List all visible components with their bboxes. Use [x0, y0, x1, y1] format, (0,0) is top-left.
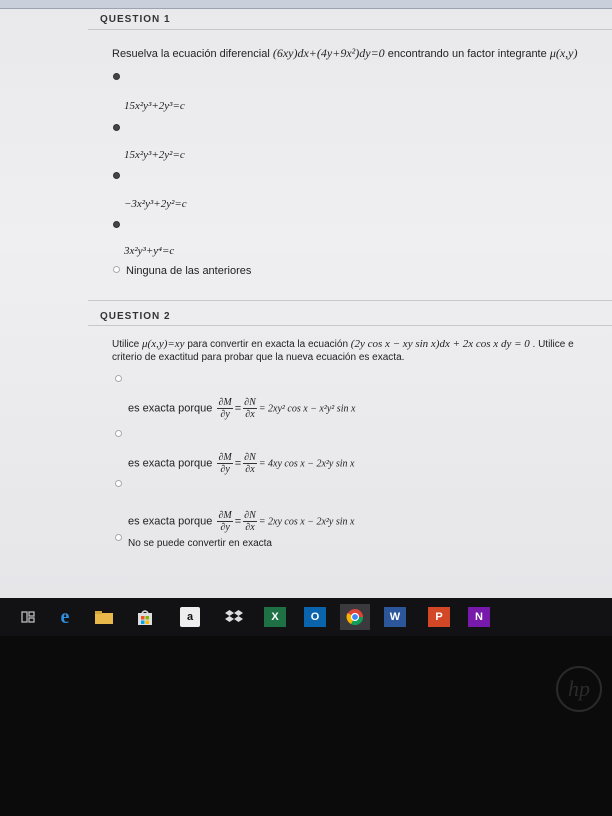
frac-num: ∂M: [217, 397, 233, 409]
q1-radio-4[interactable]: [113, 221, 120, 228]
frac-den: ∂x: [245, 464, 255, 475]
frac-den: ∂x: [245, 409, 255, 420]
q2-radio-4[interactable]: [115, 534, 122, 541]
divider: [88, 300, 612, 301]
q1-factor: μ(x,y): [549, 46, 578, 60]
q1-radio-1[interactable]: [113, 73, 120, 80]
q2-prompt-line2: criterio de exactitud para probar que la…: [112, 352, 405, 363]
chrome-icon[interactable]: [340, 604, 370, 630]
frac-num: ∂M: [217, 452, 233, 464]
q2-prompt-a: Utilice: [112, 339, 140, 350]
q2-option-1: es exacta porque ∂M ∂y = ∂N ∂x = 2xy² cos x −…: [128, 397, 356, 420]
task-view-icon[interactable]: [18, 607, 38, 627]
divider: [88, 29, 612, 30]
q2-option-expr: = 2xy² cos x − x²y² sin x: [258, 403, 356, 415]
q1-option-2: 15x²y³+2y²=c: [124, 149, 185, 161]
q2-prompt-c: . Utilice e: [532, 339, 574, 350]
window-top-bar: [0, 0, 612, 9]
onenote-icon[interactable]: N: [468, 607, 490, 627]
question-1-label: QUESTION 1: [100, 14, 171, 25]
question-2-text: Utilice μ(x,y)=xy para convertir en exac…: [112, 338, 574, 350]
q2-option-prefix: es exacta porque: [128, 515, 213, 528]
q2-option-3: es exacta porque ∂M ∂y = ∂N ∂x = 2xy cos x − …: [128, 510, 355, 533]
dropbox-icon[interactable]: [224, 607, 244, 627]
q2-equation: (2y cos x − xy sin x)dx + 2x cos x dy = …: [350, 338, 530, 350]
store-icon[interactable]: [135, 607, 155, 627]
frac-den: ∂y: [220, 522, 230, 533]
q2-radio-1[interactable]: [115, 375, 122, 382]
frac-num: ∂N: [243, 397, 257, 409]
powerpoint-icon[interactable]: P: [428, 607, 450, 627]
frac-num: ∂M: [217, 510, 233, 522]
q1-radio-3[interactable]: [113, 172, 120, 179]
word-icon[interactable]: W: [384, 607, 406, 627]
frac-den: ∂y: [220, 409, 230, 420]
partial-m-fraction: ∂M ∂y: [217, 452, 233, 475]
outlook-icon[interactable]: O: [304, 607, 326, 627]
q2-radio-2[interactable]: [115, 430, 122, 437]
q2-option-prefix: es exacta porque: [128, 402, 213, 415]
amazon-icon[interactable]: a: [180, 607, 200, 627]
q1-radio-2[interactable]: [113, 124, 120, 131]
partial-n-fraction: ∂N ∂x: [243, 452, 257, 475]
file-explorer-icon[interactable]: [94, 607, 114, 627]
partial-n-fraction: ∂N ∂x: [243, 397, 257, 420]
q2-option-expr: = 2xy cos x − 2x²y sin x: [258, 516, 355, 528]
excel-icon[interactable]: X: [264, 607, 286, 627]
q2-option-prefix: es exacta porque: [128, 457, 213, 470]
frac-den: ∂x: [245, 522, 255, 533]
q2-mu: μ(x,y)=xy: [142, 338, 185, 350]
partial-m-fraction: ∂M ∂y: [217, 397, 233, 420]
q1-option-1: 15x²y³+2y³=c: [124, 100, 185, 112]
q1-prompt-2: encontrando un factor integrante: [387, 48, 547, 60]
divider: [88, 325, 612, 326]
q1-radio-5[interactable]: [113, 266, 120, 273]
question-2-label: QUESTION 2: [100, 311, 171, 322]
q2-prompt-b: para convertir en exacta la ecuación: [187, 339, 349, 350]
q2-option-2: es exacta porque ∂M ∂y = ∂N ∂x = 4xy cos x − …: [128, 452, 355, 475]
q1-prompt: Resuelva la ecuación diferencial: [112, 48, 270, 60]
partial-n-fraction: ∂N ∂x: [243, 510, 257, 533]
frac-den: ∂y: [220, 464, 230, 475]
frac-num: ∂N: [243, 452, 257, 464]
q1-equation: (6xy)dx+(4y+9x²)dy=0: [272, 46, 385, 60]
q2-radio-3[interactable]: [115, 480, 122, 487]
frac-num: ∂N: [243, 510, 257, 522]
q2-option-4: No se puede convertir en exacta: [128, 538, 272, 549]
q1-option-4: 3x²y³+y⁴=c: [124, 245, 175, 257]
q1-option-3: −3x²y³+2y²=c: [124, 198, 187, 210]
partial-m-fraction: ∂M ∂y: [217, 510, 233, 533]
browser-screen: QUESTION 1 Resuelva la ecuación diferenc…: [0, 0, 612, 598]
question-1-text: Resuelva la ecuación diferencial (6xy)dx…: [112, 46, 577, 61]
taskbar: e a X O W P N: [0, 598, 612, 636]
hp-logo: hp: [556, 666, 602, 712]
q2-option-expr: = 4xy cos x − 2x²y sin x: [258, 458, 355, 470]
q1-option-5: Ninguna de las anteriores: [126, 265, 252, 277]
edge-icon[interactable]: e: [55, 606, 75, 628]
